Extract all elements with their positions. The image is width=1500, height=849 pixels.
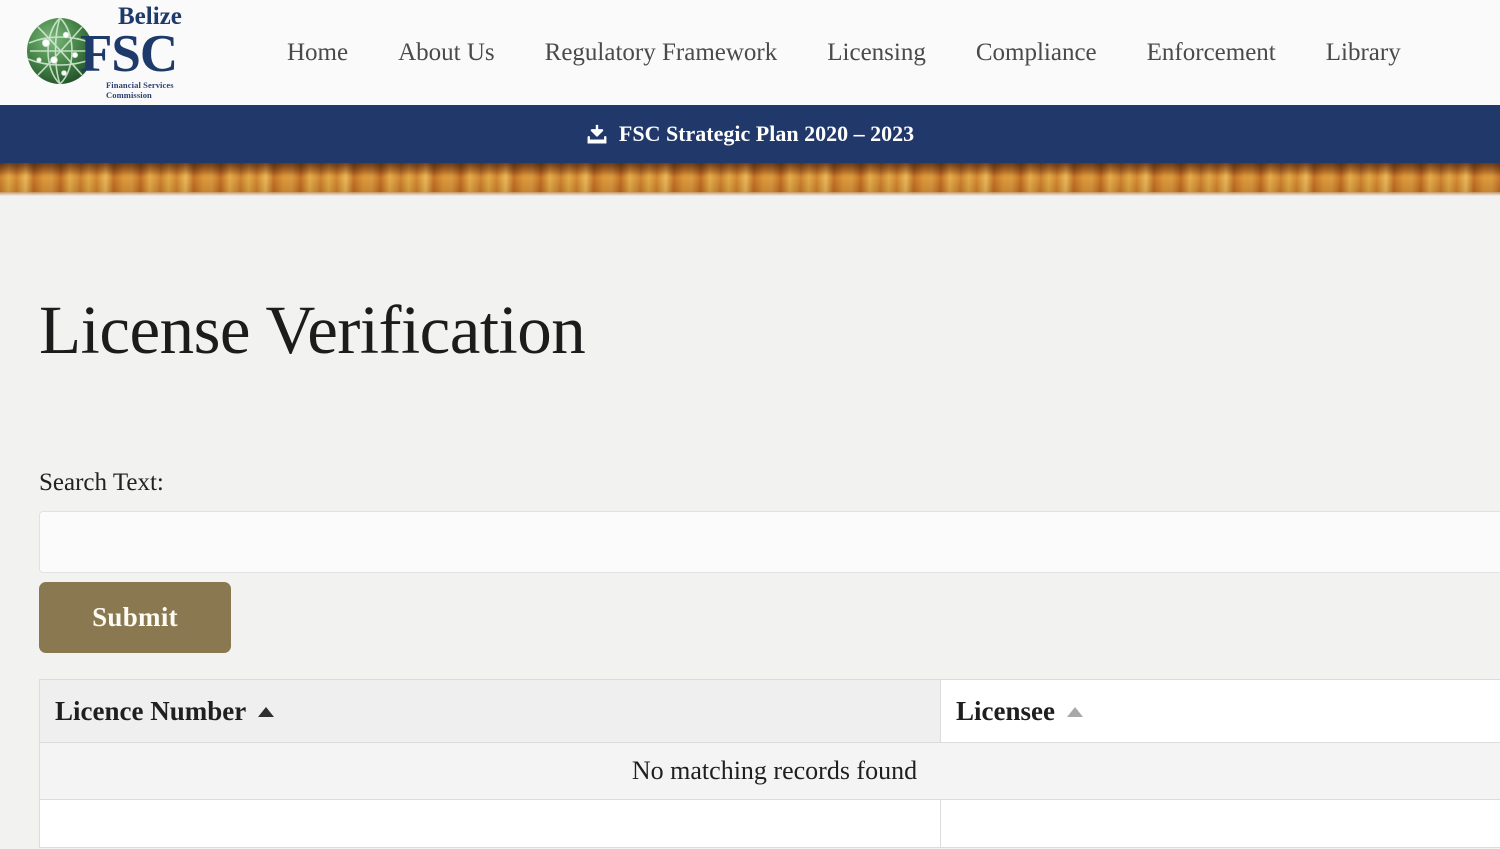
table-header: Licence Number Licensee bbox=[39, 679, 1500, 743]
main-content: License Verification Search Text: Submit… bbox=[0, 196, 1500, 849]
table-empty-row: No matching records found bbox=[39, 742, 1500, 800]
nav-item-licensing[interactable]: Licensing bbox=[802, 40, 951, 65]
page-title: License Verification bbox=[39, 292, 586, 368]
sort-ascending-icon bbox=[258, 707, 275, 717]
search-field-label: Search Text: bbox=[39, 469, 164, 496]
table-header-row: Licence Number Licensee bbox=[39, 679, 1500, 743]
table-footer-row bbox=[39, 799, 1500, 848]
site-logo[interactable]: Belize FSC Financial Services Commission bbox=[24, 4, 204, 100]
nav-item-enforcement[interactable]: Enforcement bbox=[1122, 40, 1301, 65]
logo-brand-sub: Financial Services Commission bbox=[106, 80, 174, 101]
table-footer bbox=[39, 799, 1500, 848]
submit-button[interactable]: Submit bbox=[39, 582, 231, 653]
license-results-table: Licence Number Licensee No matching reco… bbox=[39, 679, 1500, 848]
hero-banner-image bbox=[0, 163, 1500, 196]
column-header-licence-number[interactable]: Licence Number bbox=[39, 679, 941, 743]
download-icon bbox=[587, 124, 607, 144]
main-navigation: Home About Us Regulatory Framework Licen… bbox=[262, 40, 1426, 65]
logo-wordmark: Belize FSC Financial Services Commission bbox=[80, 4, 204, 100]
column-header-licensee[interactable]: Licensee bbox=[940, 679, 1500, 743]
strategic-plan-label: FSC Strategic Plan 2020 – 2023 bbox=[618, 121, 915, 146]
nav-item-regulatory-framework[interactable]: Regulatory Framework bbox=[520, 40, 803, 65]
strategic-plan-link[interactable]: FSC Strategic Plan 2020 – 2023 bbox=[586, 121, 914, 147]
nav-item-home[interactable]: Home bbox=[262, 40, 373, 65]
column-header-licensee-label: Licensee bbox=[956, 695, 1055, 726]
table-body: No matching records found bbox=[39, 742, 1500, 800]
logo-brand-main: FSC bbox=[80, 25, 178, 84]
table-footer-cell-licence-number bbox=[39, 799, 941, 848]
nav-item-compliance[interactable]: Compliance bbox=[951, 40, 1122, 65]
nav-item-about-us[interactable]: About Us bbox=[373, 40, 520, 65]
table-footer-cell-licensee bbox=[940, 799, 1500, 848]
nav-item-library[interactable]: Library bbox=[1301, 40, 1426, 65]
announcement-bar: FSC Strategic Plan 2020 – 2023 bbox=[0, 105, 1500, 163]
site-header: Belize FSC Financial Services Commission… bbox=[0, 0, 1500, 105]
sort-ascending-icon bbox=[1066, 707, 1083, 717]
empty-message: No matching records found bbox=[39, 742, 1500, 800]
column-header-licence-number-label: Licence Number bbox=[55, 695, 247, 726]
search-input[interactable] bbox=[39, 511, 1500, 573]
